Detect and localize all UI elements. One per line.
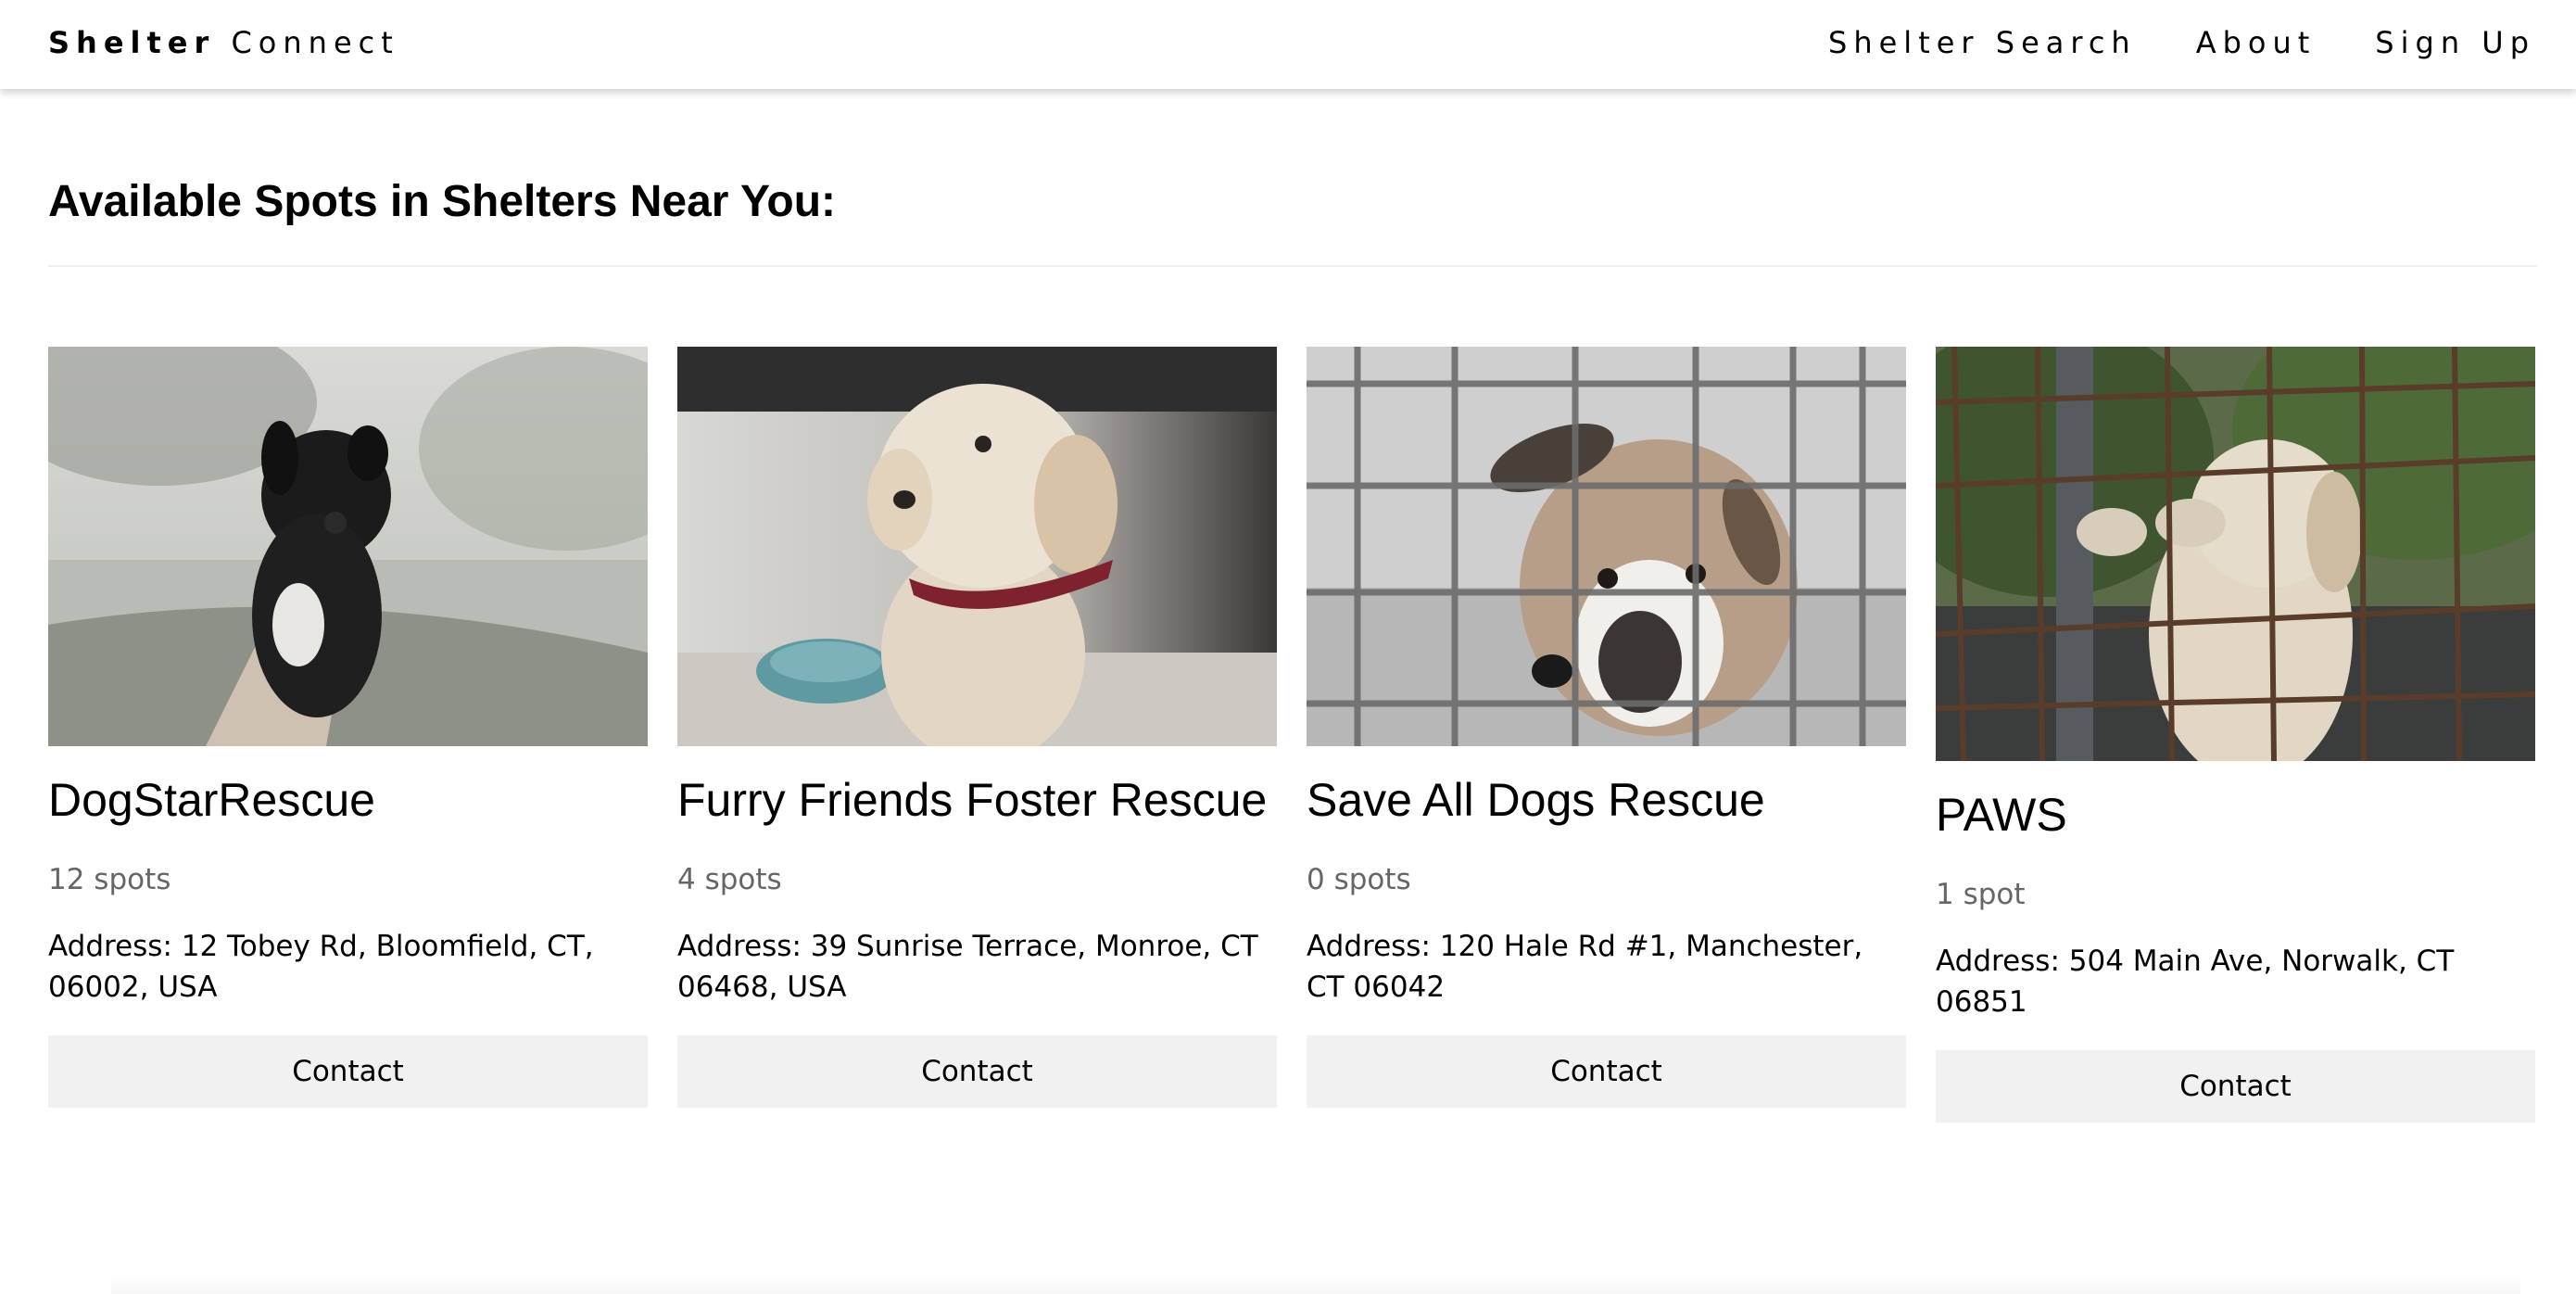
brand-logo[interactable]: Shelter Connect bbox=[48, 22, 399, 63]
spots-count: 0 spots bbox=[1307, 863, 1411, 896]
contact-button[interactable]: Contact bbox=[1307, 1035, 1906, 1108]
footer-shadow bbox=[111, 1275, 2520, 1294]
nav-sign-up[interactable]: Sign Up bbox=[2375, 22, 2535, 63]
shelter-name: Save All Dogs Rescue bbox=[1307, 774, 1765, 826]
shelter-name: PAWS bbox=[1936, 789, 2067, 841]
shelter-address: Address: 120 Hale Rd #1, Manchester, CT … bbox=[1307, 930, 1863, 1004]
shelter-address: Address: 39 Sunrise Terrace, Monroe, CT … bbox=[677, 930, 1258, 1004]
brand-bold-text: Shelter bbox=[48, 25, 216, 60]
contact-button[interactable]: Contact bbox=[677, 1035, 1277, 1108]
spots-count: 1 spot bbox=[1936, 878, 2026, 911]
dog-at-fence-photo bbox=[1936, 347, 2535, 761]
nav-links: Shelter Search About Sign Up bbox=[1769, 22, 2535, 63]
top-navbar: Shelter Connect Shelter Search About Sig… bbox=[0, 0, 2576, 89]
shelter-card: Save All Dogs Rescue 0 spots Address: 12… bbox=[1307, 347, 1906, 1108]
nav-shelter-search[interactable]: Shelter Search bbox=[1828, 22, 2137, 63]
spots-count: 4 spots bbox=[677, 863, 782, 896]
contact-button[interactable]: Contact bbox=[48, 1035, 648, 1108]
black-puppy-photo bbox=[48, 347, 648, 746]
shelter-card: DogStarRescue 12 spots Address: 12 Tobey… bbox=[48, 347, 648, 1108]
shelter-card: Furry Friends Foster Rescue 4 spots Addr… bbox=[677, 347, 1277, 1108]
nav-about[interactable]: About bbox=[2196, 22, 2317, 63]
shelter-name: DogStarRescue bbox=[48, 774, 375, 826]
golden-puppy-photo bbox=[677, 347, 1277, 746]
heading-divider bbox=[48, 265, 2537, 267]
shelter-card: PAWS 1 spot Address: 504 Main Ave, Norwa… bbox=[1936, 347, 2535, 1123]
contact-button[interactable]: Contact bbox=[1936, 1050, 2535, 1123]
spots-count: 12 spots bbox=[48, 863, 171, 896]
page-title: Available Spots in Shelters Near You: bbox=[48, 177, 837, 226]
shelter-address: Address: 12 Tobey Rd, Bloomfield, CT, 06… bbox=[48, 930, 594, 1004]
shelter-name: Furry Friends Foster Rescue bbox=[677, 774, 1268, 826]
caged-dog-photo bbox=[1307, 347, 1906, 746]
shelter-card-list: DogStarRescue 12 spots Address: 12 Tobey… bbox=[48, 347, 2537, 1123]
brand-rest-text: Connect bbox=[231, 25, 399, 60]
shelter-address: Address: 504 Main Ave, Norwalk, CT 06851 bbox=[1936, 945, 2455, 1019]
